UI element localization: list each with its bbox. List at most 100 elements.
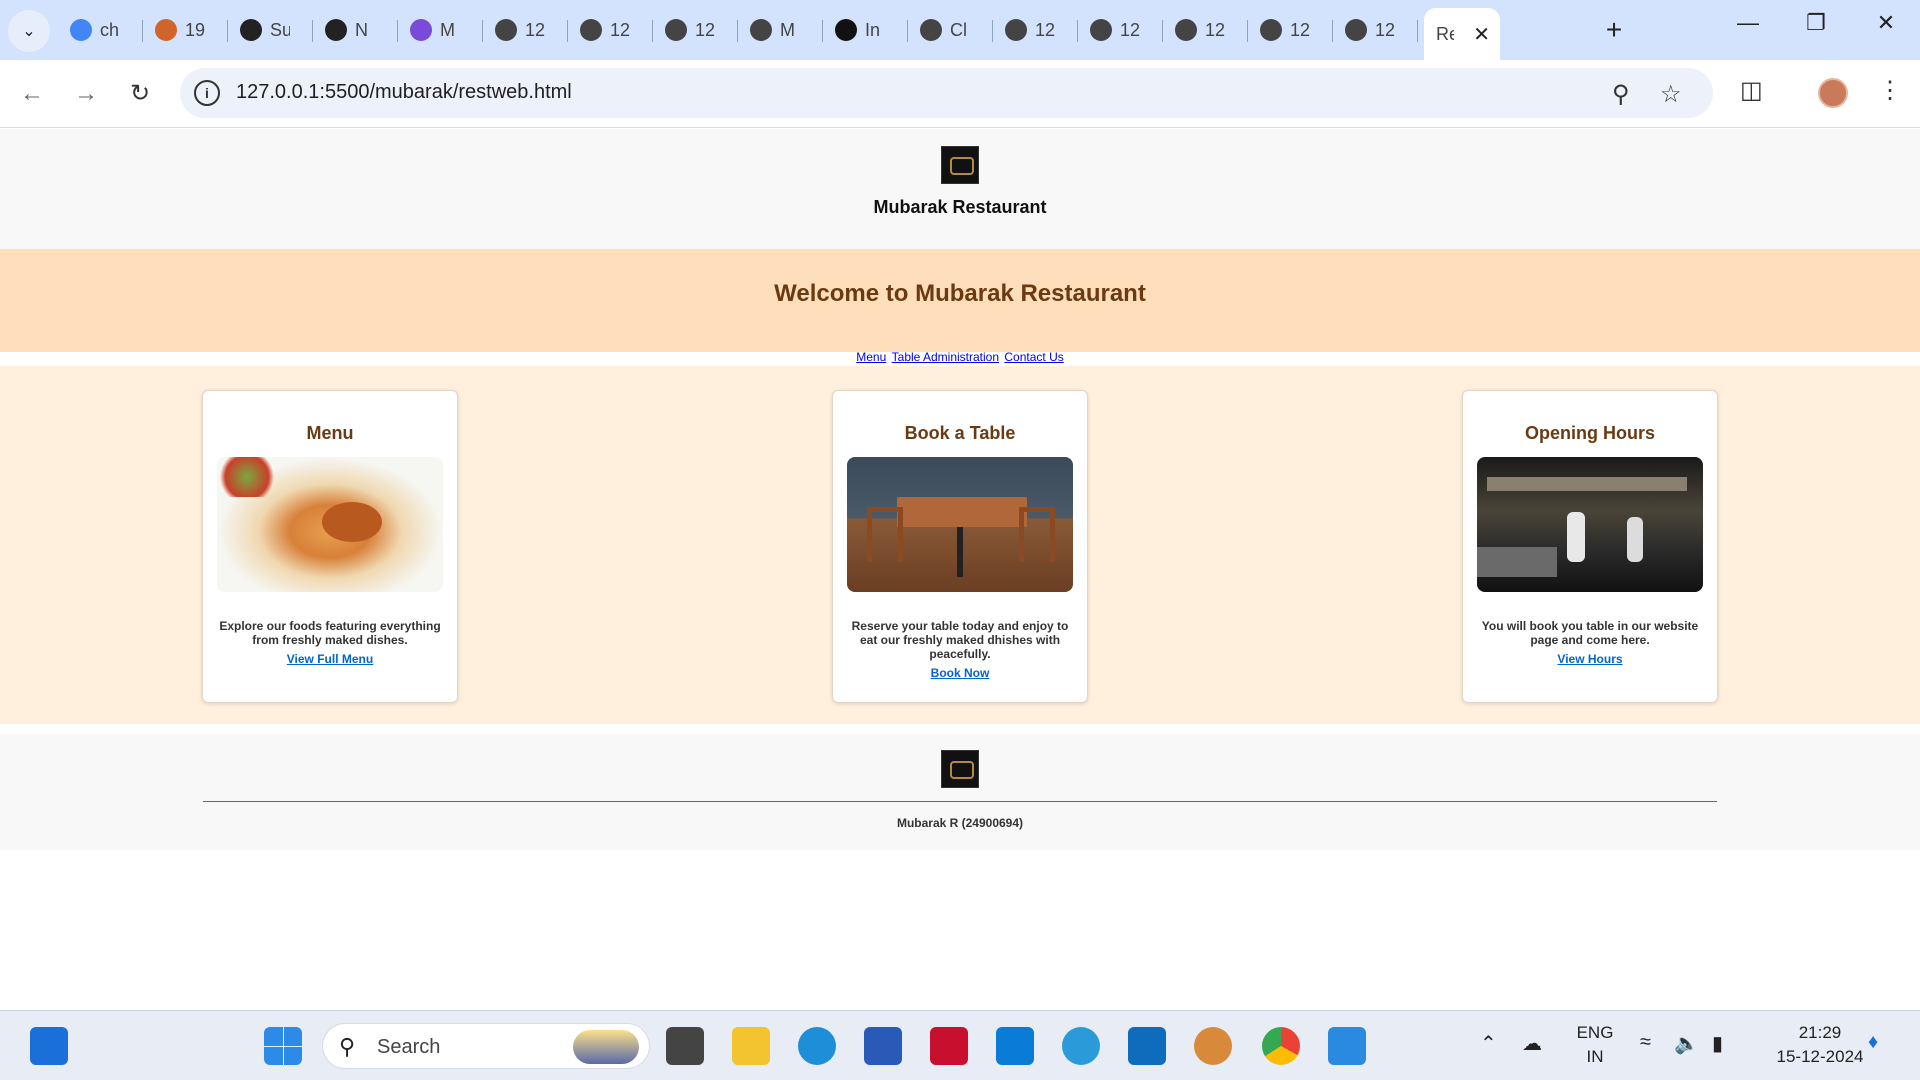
dining-table-image	[847, 457, 1073, 592]
view-full-menu-link[interactable]: View Full Menu	[287, 652, 373, 666]
browser-tab[interactable]: M	[398, 8, 483, 52]
footer-divider	[203, 801, 1717, 802]
taskbar-search[interactable]: ⚲ Search	[322, 1023, 650, 1069]
tab-title: ch	[100, 19, 120, 40]
tab-title: 12	[1205, 19, 1225, 40]
back-icon[interactable]: ←	[14, 76, 50, 112]
site-nav: Menu Table Administration Contact Us	[0, 350, 1920, 366]
browser-tab[interactable]: 19	[143, 8, 228, 52]
store-icon[interactable]	[864, 1027, 902, 1065]
menu-kebab-icon[interactable]: ⋮	[1878, 76, 1902, 105]
myhp-icon[interactable]	[996, 1027, 1034, 1065]
globe-icon	[1345, 19, 1367, 41]
new-tab-button[interactable]: +	[1597, 14, 1631, 46]
clock-date: 15-12-2024	[1776, 1047, 1864, 1066]
search-label: Search	[377, 1036, 441, 1058]
vscode-icon[interactable]	[1328, 1027, 1366, 1065]
browser-tab[interactable]: 12	[1248, 8, 1333, 52]
biryani-image	[217, 457, 443, 592]
wifi-icon[interactable]: ≈	[1640, 1031, 1651, 1054]
chatgpt-icon	[835, 19, 857, 41]
site-footer: Mubarak R (24900694)	[0, 734, 1920, 850]
file-explorer-icon[interactable]	[732, 1027, 770, 1065]
zoom-icon[interactable]: ⚲	[1612, 80, 1630, 109]
address-bar[interactable]: i 127.0.0.1:5500/mubarak/restweb.html ⚲ …	[180, 68, 1713, 118]
welcome-heading: Welcome to Mubarak Restaurant	[774, 280, 1146, 307]
tab-list: ch 19 Su N M 12 12 12 M In Cl 12 12 12 12 12 Re ✕	[58, 8, 1500, 60]
restore-icon[interactable]: ❐	[1796, 10, 1836, 36]
edge-icon[interactable]	[798, 1027, 836, 1065]
tab-title: M	[440, 19, 455, 40]
menu-card: Menu Explore our foods featuring everyth…	[202, 390, 458, 703]
mcafee-icon[interactable]	[930, 1027, 968, 1065]
browser-tab[interactable]: M	[738, 8, 823, 52]
google-icon	[70, 19, 92, 41]
system-clock[interactable]: 21:29 15-12-2024	[1760, 1021, 1880, 1069]
card-title: Menu	[306, 423, 354, 443]
browser-tab[interactable]: 12	[1163, 8, 1248, 52]
reload-icon[interactable]: ↻	[122, 76, 158, 112]
browser-tab[interactable]: In	[823, 8, 908, 52]
browser-tab[interactable]: 12	[993, 8, 1078, 52]
tab-title: M	[780, 19, 795, 40]
active-browser-tab[interactable]: Re ✕	[1424, 8, 1500, 60]
task-view-icon[interactable]	[666, 1027, 704, 1065]
windows-start-icon[interactable]	[264, 1027, 302, 1065]
close-tab-icon[interactable]: ✕	[1473, 22, 1490, 47]
browser-tab[interactable]: 12	[568, 8, 653, 52]
card-description: You will book you table in our website p…	[1481, 619, 1699, 647]
minimize-icon[interactable]: —	[1728, 10, 1768, 36]
nav-link-table-administration[interactable]: Table Administration	[892, 350, 999, 364]
clock-time: 21:29	[1798, 1023, 1842, 1042]
tab-title: 12	[1290, 19, 1310, 40]
nav-link-contact-us[interactable]: Contact Us	[1004, 350, 1063, 364]
chrome-icon[interactable]	[1262, 1027, 1300, 1065]
tab-title: 12	[1375, 19, 1395, 40]
chatgpt-icon	[920, 19, 942, 41]
battery-icon[interactable]: ▮	[1712, 1031, 1723, 1056]
help-icon[interactable]	[1062, 1027, 1100, 1065]
view-hours-link[interactable]: View Hours	[1557, 652, 1622, 666]
outlook-icon[interactable]	[1128, 1027, 1166, 1065]
volume-icon[interactable]: 🔈	[1674, 1031, 1699, 1056]
copilot-icon	[410, 19, 432, 41]
profile-avatar[interactable]	[1818, 78, 1848, 108]
site-icon	[155, 19, 177, 41]
tab-title: 12	[1120, 19, 1140, 40]
language-indicator[interactable]: ENG IN	[1570, 1021, 1620, 1069]
browser-tab[interactable]: Cl	[908, 8, 993, 52]
tab-title: Cl	[950, 19, 967, 40]
forward-icon[interactable]: →	[68, 76, 104, 112]
extensions-icon[interactable]: ◫	[1740, 76, 1763, 105]
widgets-icon[interactable]	[30, 1027, 68, 1065]
tab-title: Re	[1436, 23, 1454, 44]
nav-link-menu[interactable]: Menu	[856, 350, 886, 364]
close-window-icon[interactable]: ✕	[1866, 10, 1906, 36]
browser-tab[interactable]: Su	[228, 8, 313, 52]
book-now-link[interactable]: Book Now	[931, 666, 990, 680]
site-info-icon[interactable]: i	[194, 80, 220, 106]
browser-tab[interactable]: 12	[483, 8, 568, 52]
chevron-up-icon[interactable]: ⌃	[1480, 1031, 1497, 1056]
browser-toolbar: ← → ↻ i 127.0.0.1:5500/mubarak/restweb.h…	[0, 60, 1920, 128]
url-text[interactable]: 127.0.0.1:5500/mubarak/restweb.html	[236, 81, 572, 104]
bookmark-star-icon[interactable]: ☆	[1660, 80, 1682, 109]
globe-icon	[580, 19, 602, 41]
browser-tab[interactable]: ch	[58, 8, 143, 52]
app-icon[interactable]	[1194, 1027, 1232, 1065]
notification-bell-icon[interactable]: ♦	[1868, 1031, 1878, 1054]
tab-search-button[interactable]: ⌄	[8, 10, 50, 52]
site-name: Mubarak Restaurant	[873, 197, 1047, 217]
globe-icon	[1175, 19, 1197, 41]
tab-title: In	[865, 19, 881, 40]
globe-icon	[750, 19, 772, 41]
browser-tab[interactable]: 12	[653, 8, 738, 52]
search-highlight-image	[573, 1030, 639, 1064]
tab-title: Su	[270, 19, 290, 40]
browser-tab[interactable]: N	[313, 8, 398, 52]
book-table-card: Book a Table Reserve your table today an…	[832, 390, 1088, 703]
browser-tab[interactable]: 12	[1333, 8, 1418, 52]
onedrive-icon[interactable]: ☁	[1522, 1031, 1542, 1056]
browser-tab[interactable]: 12	[1078, 8, 1163, 52]
card-title: Book a Table	[904, 423, 1016, 443]
